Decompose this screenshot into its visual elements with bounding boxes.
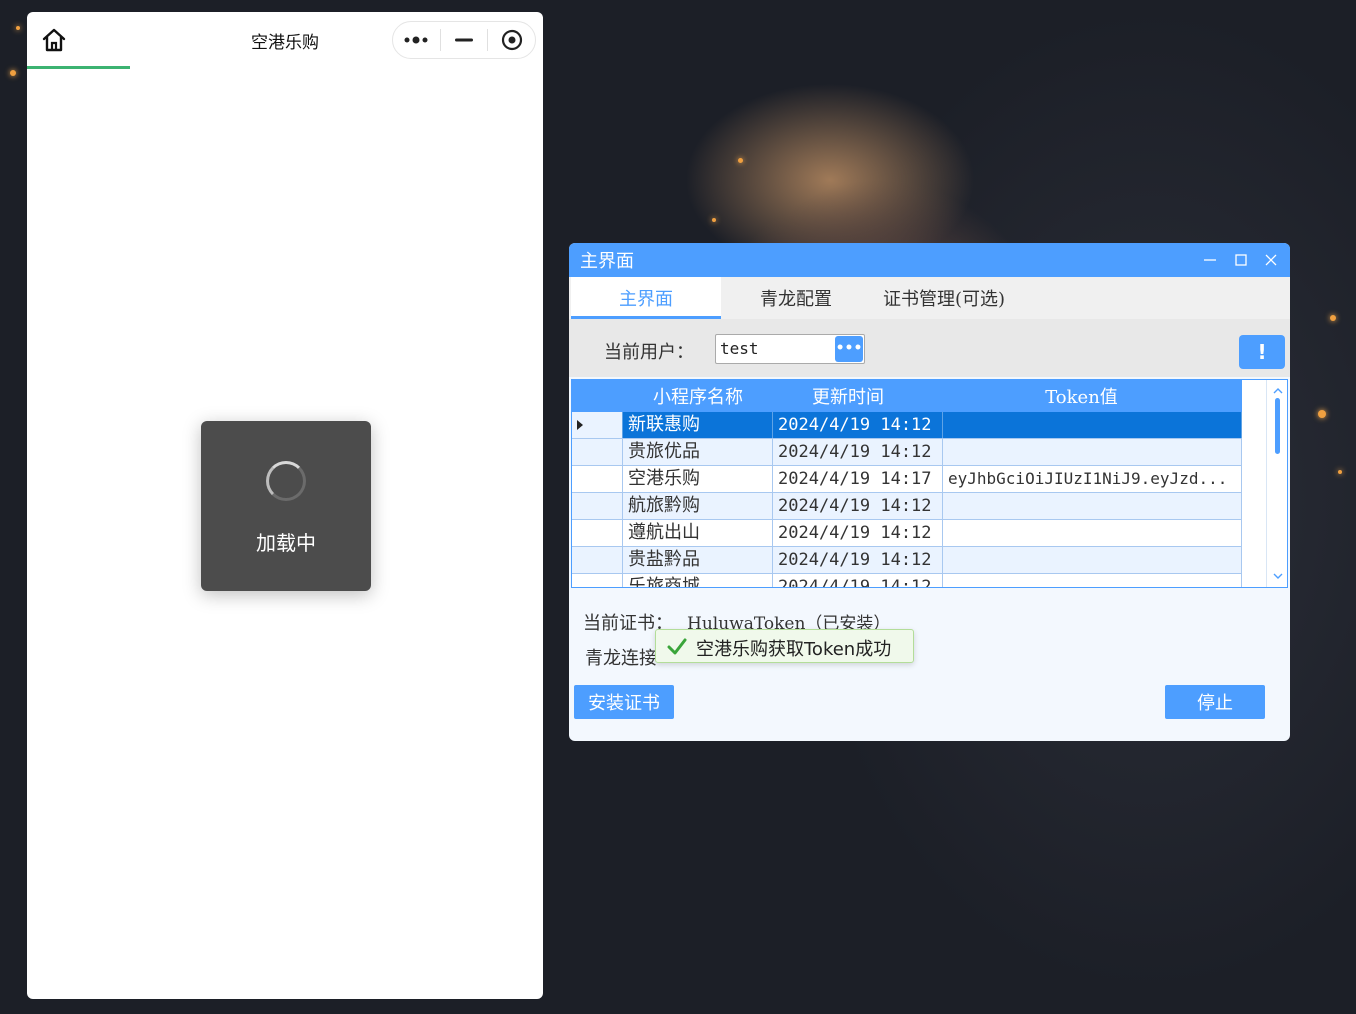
row-header[interactable] [572,574,623,587]
more-options-button[interactable] [393,22,440,58]
cell-token[interactable] [943,520,1242,546]
check-icon [667,638,687,655]
table-row[interactable]: 新联惠购 2024/4/19 14:12 [572,412,1242,439]
more-dots-icon [404,36,428,44]
row-header[interactable] [572,412,623,438]
user-picker-button[interactable]: ••• [835,336,863,362]
close-program-button[interactable] [488,22,535,58]
grid-scrollbar[interactable] [1266,380,1287,587]
mini-program-header: 空港乐购 [27,12,543,69]
cell-name[interactable]: 贵盐黔品 [623,547,773,573]
cell-name[interactable]: 新联惠购 [623,412,773,438]
cell-token[interactable] [943,493,1242,519]
minimize-button[interactable] [441,22,488,58]
current-user-row: 当前用户： test ••• ! [569,319,1290,377]
grid-header: 小程序名称 更新时间 Token值 [572,380,1242,412]
wallpaper-ember [1338,470,1342,474]
success-toast: 空港乐购获取Token成功 [655,629,914,663]
table-row[interactable]: 航旅黔购 2024/4/19 14:12 [572,493,1242,520]
tab-bar: 主界面 青龙配置 证书管理(可选) [569,277,1290,319]
column-header-time[interactable]: 更新时间 [773,380,923,412]
install-cert-button[interactable]: 安装证书 [574,685,674,719]
cell-token[interactable] [943,439,1242,465]
row-header[interactable] [572,520,623,546]
window-close-button[interactable] [1260,249,1282,271]
table-row[interactable]: 遵航出山 2024/4/19 14:12 [572,520,1242,547]
minus-icon [455,38,473,42]
target-icon [501,29,522,51]
wallpaper-ember [10,70,16,76]
current-user-label: 当前用户： [604,342,694,363]
cell-time[interactable]: 2024/4/19 14:12 [773,547,943,573]
cell-time[interactable]: 2024/4/19 14:12 [773,412,943,438]
cell-time[interactable]: 2024/4/19 14:12 [773,520,943,546]
cell-time[interactable]: 2024/4/19 14:12 [773,574,943,587]
qinglong-status-label: 青龙连接 [585,648,657,669]
toast-message: 空港乐购获取Token成功 [696,639,892,660]
dialog-titlebar[interactable]: 主界面 [569,243,1290,277]
tab-cert-management[interactable]: 证书管理(可选) [869,277,1019,319]
window-maximize-button[interactable] [1230,249,1252,271]
table-row[interactable]: 乐旅商城 2024/4/19 14:12 [572,574,1242,587]
tab-main[interactable]: 主界面 [571,277,721,319]
cell-token[interactable]: eyJhbGciOiJIUzI1NiJ9.eyJzd... [943,466,1242,492]
minimize-icon [1204,259,1216,261]
table-row[interactable]: 贵盐黔品 2024/4/19 14:12 [572,547,1242,574]
maximize-icon [1235,254,1247,266]
notice-button[interactable]: ! [1239,335,1285,369]
row-header[interactable] [572,466,623,492]
token-grid: 小程序名称 更新时间 Token值 新联惠购 2024/4/19 14:12 贵… [571,379,1288,588]
wallpaper-ember [738,158,743,163]
tab-qinglong-config[interactable]: 青龙配置 [741,277,851,319]
column-header-token[interactable]: Token值 [943,380,1220,412]
row-header[interactable] [572,547,623,573]
current-user-value: test [720,339,759,358]
table-row[interactable]: 空港乐购 2024/4/19 14:17 eyJhbGciOiJIUzI1NiJ… [572,466,1242,493]
wallpaper-ember [16,26,20,30]
window-minimize-button[interactable] [1199,249,1221,271]
stop-button[interactable]: 停止 [1165,685,1265,719]
current-user-field[interactable]: test ••• [715,334,865,364]
scroll-down-icon[interactable] [1272,570,1284,582]
cell-time[interactable]: 2024/4/19 14:12 [773,493,943,519]
cell-token[interactable] [943,412,1242,438]
loading-spinner-icon [266,461,306,501]
scroll-up-icon[interactable] [1272,384,1284,396]
cell-token[interactable] [943,574,1242,587]
row-header[interactable] [572,439,623,465]
page-load-progress [27,66,131,69]
cell-time[interactable]: 2024/4/19 14:17 [773,466,943,492]
wallpaper-ember [1318,410,1326,418]
cell-name[interactable]: 遵航出山 [623,520,773,546]
scrollbar-thumb[interactable] [1275,398,1280,454]
loading-toast: 加载中 [201,421,371,591]
cell-name[interactable]: 空港乐购 [623,466,773,492]
table-row[interactable]: 贵旅优品 2024/4/19 14:12 [572,439,1242,466]
current-row-arrow-icon [577,420,583,430]
loading-text: 加载中 [256,531,316,555]
capsule-menu [392,21,536,59]
row-header[interactable] [572,493,623,519]
column-header-name[interactable]: 小程序名称 [623,380,773,412]
cell-name[interactable]: 乐旅商城 [623,574,773,587]
main-dialog: 主界面 主界面 青龙配置 证书管理(可选) 当前用户： test ••• ! 小… [569,243,1290,741]
wallpaper-ember [1330,315,1336,321]
close-icon [1265,254,1277,266]
cell-token[interactable] [943,547,1242,573]
dialog-title: 主界面 [580,251,634,272]
mini-program-window: 空港乐购 加载中 [27,12,543,999]
wallpaper-ember [712,218,716,222]
cell-name[interactable]: 贵旅优品 [623,439,773,465]
cell-name[interactable]: 航旅黔购 [623,493,773,519]
cell-time[interactable]: 2024/4/19 14:12 [773,439,943,465]
